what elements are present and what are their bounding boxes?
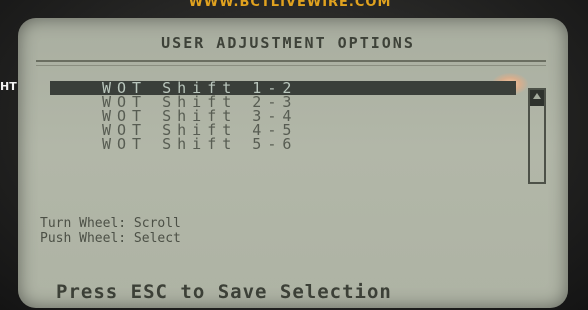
scrollbar-thumb[interactable] <box>530 90 544 106</box>
help-push-wheel: Push Wheel: Select <box>40 231 181 246</box>
title-divider-secondary <box>36 65 546 66</box>
title-divider <box>36 60 546 62</box>
lcd-screen: USER ADJUSTMENT OPTIONS WOT Shift 1-2 WO… <box>18 18 568 308</box>
footer-instruction: Press ESC to Save Selection <box>56 281 392 303</box>
options-menu: WOT Shift 1-2 WOT Shift 2-3 WOT Shift 3-… <box>50 81 516 152</box>
page-title: USER ADJUSTMENT OPTIONS <box>161 34 415 52</box>
menu-item-wot-shift-5-6[interactable]: WOT Shift 5-6 <box>50 137 516 152</box>
menu-scrollbar[interactable] <box>528 88 546 184</box>
help-turn-wheel: Turn Wheel: Scroll <box>40 216 181 231</box>
brand-url: WWW.BCTLIVEWIRE.COM <box>188 0 392 10</box>
arrow-up-icon <box>533 93 541 99</box>
side-label: HT <box>0 80 17 93</box>
help-text: Turn Wheel: Scroll Push Wheel: Select <box>40 216 181 246</box>
